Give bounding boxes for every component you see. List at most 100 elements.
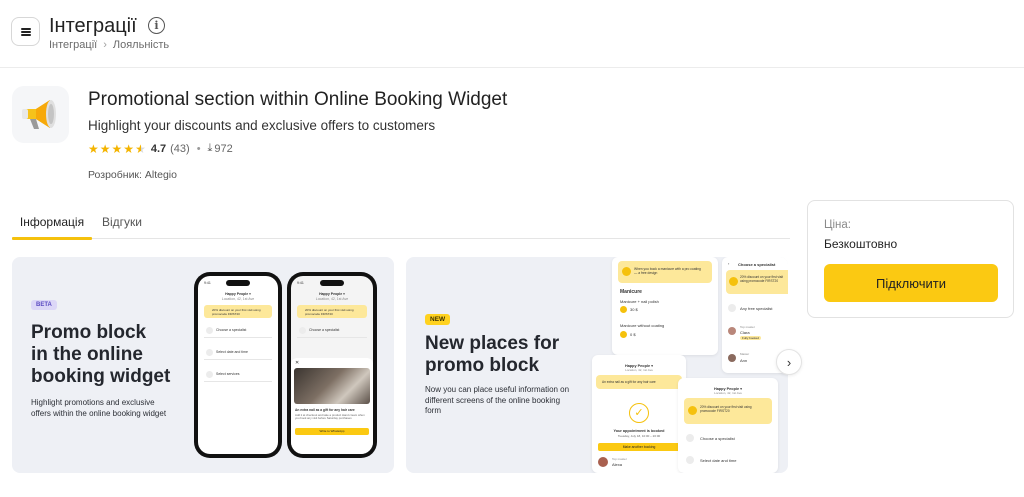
connect-button[interactable]: Підключити — [824, 264, 998, 302]
breadcrumb-item-loyalty[interactable]: Лояльність — [113, 39, 169, 51]
rating-value: 4.7 — [150, 142, 167, 155]
promo-banner-2[interactable]: NEW New places for promo block Now you c… — [406, 257, 788, 473]
row-icon — [206, 371, 213, 378]
widget-header: Happy People ▾ — [319, 292, 345, 296]
star-icon: ★ — [123, 141, 135, 156]
service-icon — [620, 331, 627, 338]
app-subtitle: Highlight your discounts and exclusive o… — [88, 118, 436, 133]
services-card: When you book a manicure with a pro coat… — [612, 257, 718, 355]
promo-text: When you book a manicure with a pro coat… — [634, 267, 701, 275]
promo-row: 20% discount on your first visit using p… — [684, 398, 772, 424]
star-icon: ★ — [111, 141, 123, 156]
master-role: Top master — [612, 457, 627, 461]
banner-title-line: promo block — [425, 355, 540, 376]
close-icon[interactable]: ✕ — [295, 360, 299, 366]
status-badge: Fully booked — [740, 336, 762, 340]
tab-information[interactable]: Інформація — [12, 205, 92, 240]
row-label: Choose a specialist — [309, 328, 340, 332]
banner-desc-line: Highlight promotions and exclusive — [31, 398, 155, 407]
banner-desc-line: Now you can place useful information on — [425, 385, 570, 394]
price-card: Ціна: Безкоштовно Підключити — [807, 200, 1014, 318]
star-icon: ★ — [99, 141, 111, 156]
chevron-right-icon: › — [786, 354, 792, 370]
make-another-booking-button[interactable]: Make another booking — [598, 443, 680, 451]
rating-row: ★ ★ ★ ★ ★ 4.7 (43) • ⤓ 972 — [88, 142, 233, 155]
confirmation-card: Happy People ▾ Location, 42, 1st Ave An … — [592, 355, 686, 473]
service-icon — [620, 306, 627, 313]
status-time: 9:41 — [297, 281, 304, 285]
service-price: 30 $ — [630, 307, 638, 312]
phone-mockup-right: 9:41 Happy People ▾ Location, 42, 1st Av… — [287, 272, 377, 458]
promo-row: An extra nail as a gift for any hair car… — [596, 375, 682, 389]
row-icon — [299, 327, 306, 334]
specialist-any: Any free specialist — [740, 306, 773, 311]
promo-icon — [622, 267, 631, 276]
breadcrumb-item-integrations[interactable]: Інтеграції — [49, 39, 97, 51]
download-icon: ⤓ — [207, 142, 213, 154]
promo-row: When you book a manicure with a pro coat… — [618, 261, 712, 283]
widget-row: Choose a specialist — [297, 324, 367, 338]
banner-desc-line: different screens of the online booking — [425, 395, 561, 405]
promo-row: 20% discount on your first visit using p… — [726, 270, 788, 294]
widget-subheader: Location, 42, 1st Ave — [221, 297, 255, 301]
specialist-role: Master — [740, 352, 750, 356]
app-title: Promotional section within Online Bookin… — [88, 89, 508, 110]
specialist-name: Ann — [740, 358, 748, 363]
page-title: Інтеграції — [49, 15, 137, 37]
specialist-icon — [728, 304, 736, 312]
menu-button[interactable] — [11, 17, 40, 46]
promo-icon — [688, 406, 697, 415]
specialist-title: Choose a specialist — [738, 262, 776, 267]
rating-stars: ★ ★ ★ ★ ★ — [88, 143, 146, 155]
back-arrow-icon[interactable]: ‹ — [728, 261, 729, 266]
banner-description: Highlight promotions and exclusive offer… — [31, 398, 166, 419]
promo-text: An extra nail as a gift for any hair car… — [602, 380, 656, 384]
hamburger-icon — [20, 27, 31, 36]
service-name: Manicure + nail polish — [620, 299, 659, 304]
widget-header: Happy People ▾ — [225, 292, 251, 296]
promo-row: 20% discount on your first visit using p… — [297, 305, 367, 318]
downloads-count: 972 — [214, 142, 233, 155]
phone-mockup-left: 9:41 Happy People ▾ Location, 42, 1st Av… — [194, 272, 282, 458]
specialist-name: Clara — [740, 330, 750, 335]
row-icon — [206, 327, 213, 334]
promo-image — [294, 368, 370, 404]
specialist-role: Top master — [740, 325, 755, 329]
row-icon — [686, 434, 694, 442]
price-label: Ціна: — [824, 219, 852, 231]
service-name: Manicure without coating — [620, 323, 665, 328]
banner-title: Promo block in the online booking widget — [31, 322, 170, 388]
modal-title: An extra nail as a gift for any hair car… — [295, 408, 355, 412]
confirm-title: Your appointment is booked — [613, 429, 665, 433]
carousel-next-button[interactable]: › — [776, 349, 802, 375]
developer-label: Розробник: Altegio — [88, 169, 177, 181]
phone-notch — [226, 280, 250, 286]
row-icon — [686, 456, 694, 464]
promo-text: 20% discount on your first visit using p… — [212, 308, 261, 316]
widget-row: Select date and time — [204, 346, 272, 360]
avatar — [728, 354, 736, 362]
promo-icon — [729, 277, 738, 286]
chevron-right-icon: › — [103, 39, 107, 51]
banner-title-line: New places for — [425, 333, 560, 354]
banner-title-line: Promo block — [31, 322, 147, 343]
banner-title-line: in the online — [31, 344, 143, 365]
top-bar: Інтеграції i Інтеграції › Лояльність — [0, 0, 1024, 68]
phone-screen: 9:41 Happy People ▾ Location, 42, 1st Av… — [291, 276, 373, 454]
separator-dot: • — [196, 142, 201, 155]
modal-text: Add it at checkout and take a product Ha… — [295, 413, 365, 421]
modal-button[interactable]: Write to WhatsApp — [295, 428, 369, 435]
info-icon[interactable]: i — [148, 17, 165, 34]
app-icon — [12, 86, 69, 143]
row-label: Select date and time — [216, 350, 248, 354]
widget-row: Choose a specialist — [204, 324, 272, 338]
confirm-date: Tuesday, July 18, 10:00 – 20:00 — [617, 434, 661, 438]
promo-banner-1[interactable]: BETA Promo block in the online booking w… — [12, 257, 394, 473]
row-icon — [206, 349, 213, 356]
banner-desc-line: offers within the online booking widget — [31, 408, 167, 418]
tab-reviews[interactable]: Відгуки — [100, 205, 144, 239]
widget-row: Select services — [204, 368, 272, 382]
reviews-count: (43) — [170, 142, 190, 155]
check-icon: ✓ — [629, 403, 649, 423]
promo-modal: ✕ An extra nail as a gift for any hair c… — [291, 358, 373, 454]
